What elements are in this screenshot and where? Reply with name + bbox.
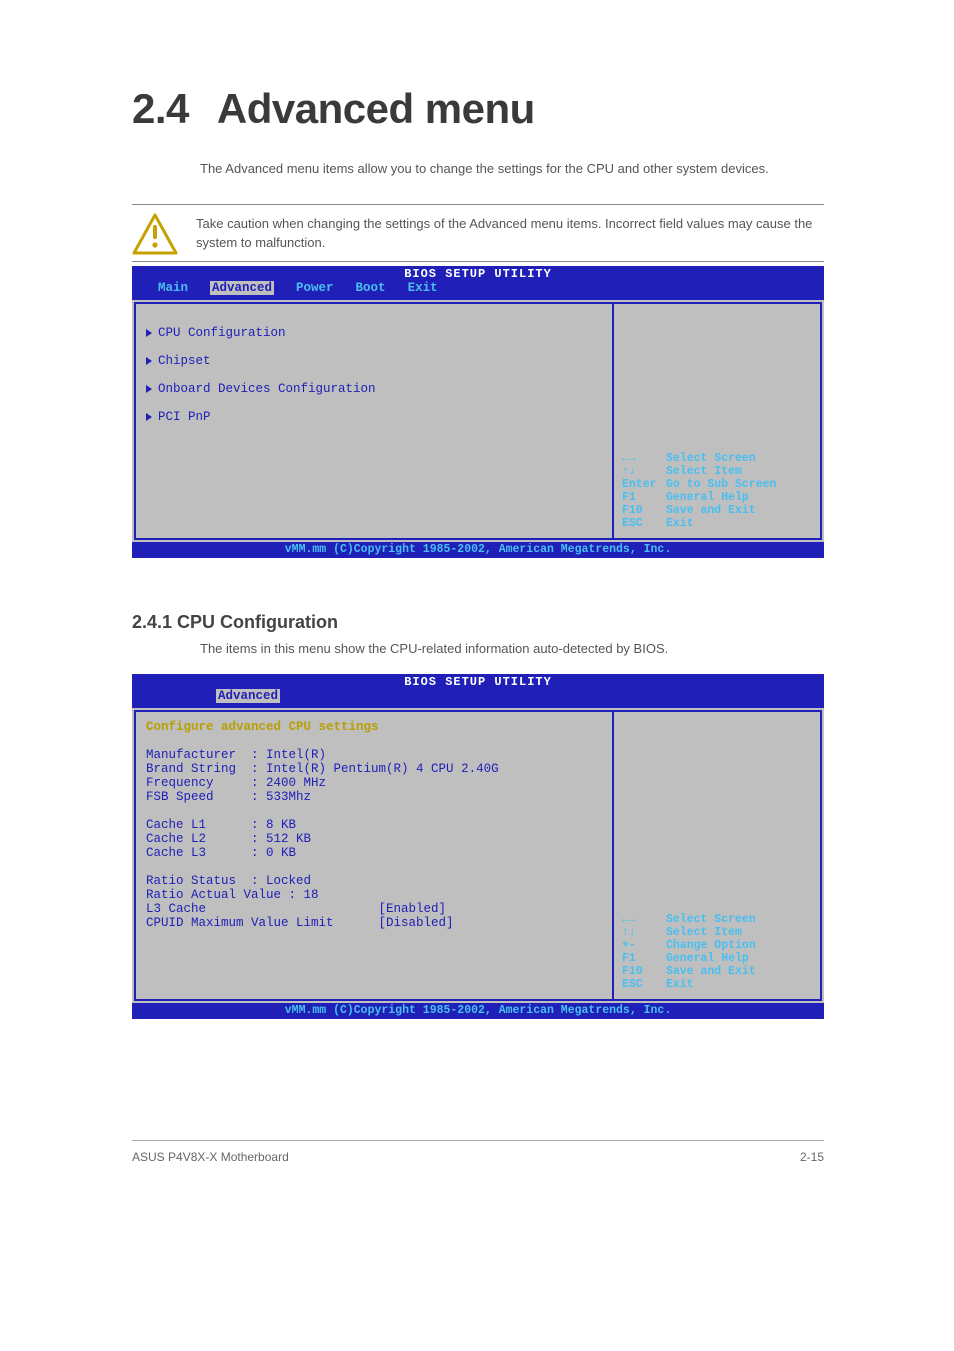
cpu-frequency: 2400 MHz — [266, 776, 326, 790]
page-footer: ASUS P4V8X-X Motherboard 2-15 — [132, 1150, 824, 1164]
bios-cpu-configuration: BIOS SETUP UTILITY Advanced Configure ad… — [132, 674, 824, 1019]
submenu-label: Chipset — [158, 354, 211, 368]
help-val: Select Item — [666, 926, 812, 939]
caution-block: Take caution when changing the settings … — [132, 198, 824, 268]
help-key: ↑↓ — [622, 926, 666, 939]
subsection-heading: 2.4.1 CPU Configuration — [132, 612, 338, 633]
tab-power[interactable]: Power — [296, 281, 334, 295]
bios-copyright: vMM.mm (C)Copyright 1985-2002, American … — [132, 542, 824, 558]
cpu-fsb-speed: 533Mhz — [266, 790, 311, 804]
triangle-icon — [146, 329, 152, 337]
tab-advanced[interactable]: Advanced — [210, 281, 274, 295]
subsection-text: The items in this menu show the CPU-rela… — [200, 640, 820, 659]
help-val: Select Screen — [666, 913, 812, 926]
bios-utility-title: BIOS SETUP UTILITY — [138, 675, 818, 689]
warning-icon — [132, 213, 178, 255]
cache-l2: 512 KB — [266, 832, 311, 846]
help-key: ESC — [622, 517, 666, 530]
triangle-icon — [146, 385, 152, 393]
cpu-brand-string: Intel(R) Pentium(R) 4 CPU 2.40G — [266, 762, 499, 776]
tab-advanced[interactable]: Advanced — [216, 689, 280, 703]
help-val: Go to Sub Screen — [666, 478, 812, 491]
submenu-label: PCI PnP — [158, 410, 211, 424]
section-title: Advanced menu — [217, 85, 535, 132]
footer-right: 2-15 — [800, 1150, 824, 1164]
page-title: 2.4 Advanced menu — [132, 85, 535, 133]
tab-boot[interactable]: Boot — [356, 281, 386, 295]
bios-titlebar: BIOS SETUP UTILITY Advanced — [132, 674, 824, 708]
submenu-chipset[interactable]: Chipset — [146, 354, 602, 368]
help-val: Save and Exit — [666, 504, 812, 517]
option-cpuid-label[interactable]: CPUID Maximum Value Limit — [146, 916, 334, 930]
help-key: ←→ — [622, 913, 666, 926]
option-l3-cache-label[interactable]: L3 Cache — [146, 902, 206, 916]
cache-l3: 0 KB — [266, 846, 296, 860]
submenu-label: CPU Configuration — [158, 326, 286, 340]
triangle-icon — [146, 413, 152, 421]
help-val: Exit — [666, 517, 812, 530]
submenu-label: Onboard Devices Configuration — [158, 382, 376, 396]
help-key: F1 — [622, 491, 666, 504]
help-val: Select Item — [666, 465, 812, 478]
cache-l1: 8 KB — [266, 818, 296, 832]
section-number: 2.4 — [132, 85, 189, 132]
help-key: F10 — [622, 504, 666, 517]
submenu-pci-pnp[interactable]: PCI PnP — [146, 410, 602, 424]
help-val: General Help — [666, 491, 812, 504]
help-key: Enter — [622, 478, 666, 491]
bios-tabs: Main Advanced Power Boot Exit — [138, 281, 818, 295]
bios-copyright: vMM.mm (C)Copyright 1985-2002, American … — [132, 1003, 824, 1019]
footer-divider — [132, 1140, 824, 1141]
ratio-status: Locked — [266, 874, 311, 888]
submenu-cpu-configuration[interactable]: CPU Configuration — [146, 326, 602, 340]
caution-text: Take caution when changing the settings … — [196, 215, 824, 253]
submenu-onboard-devices[interactable]: Onboard Devices Configuration — [146, 382, 602, 396]
bios-help-panel: ←→Select Screen ↑↓Select Item +-Change O… — [612, 710, 822, 1001]
help-val: Select Screen — [666, 452, 812, 465]
tab-exit[interactable]: Exit — [408, 281, 438, 295]
ratio-actual: 18 — [304, 888, 319, 902]
help-key: ESC — [622, 978, 666, 991]
help-key: +- — [622, 939, 666, 952]
bios-tabs: Advanced — [138, 689, 818, 703]
help-val: Exit — [666, 978, 812, 991]
tab-main[interactable]: Main — [158, 281, 188, 295]
cpu-config-header: Configure advanced CPU settings — [146, 720, 379, 734]
cpu-manufacturer: Intel(R) — [266, 748, 326, 762]
bios-titlebar: BIOS SETUP UTILITY Main Advanced Power B… — [132, 266, 824, 300]
help-val: Save and Exit — [666, 965, 812, 978]
option-l3-cache-value[interactable]: [Enabled] — [379, 902, 447, 916]
triangle-icon — [146, 357, 152, 365]
bios-left-panel: CPU Configuration Chipset Onboard Device… — [134, 302, 612, 540]
intro-text: The Advanced menu items allow you to cha… — [200, 160, 820, 179]
bios-left-panel: Configure advanced CPU settings Manufact… — [134, 710, 612, 1001]
help-key: ←→ — [622, 452, 666, 465]
help-key: F10 — [622, 965, 666, 978]
option-cpuid-value[interactable]: [Disabled] — [379, 916, 454, 930]
bios-advanced-menu: BIOS SETUP UTILITY Main Advanced Power B… — [132, 266, 824, 558]
bios-help-panel: ←→Select Screen ↑↓Select Item EnterGo to… — [612, 302, 822, 540]
bios-utility-title: BIOS SETUP UTILITY — [138, 267, 818, 281]
help-val: Change Option — [666, 939, 812, 952]
footer-left: ASUS P4V8X-X Motherboard — [132, 1150, 289, 1164]
help-key: F1 — [622, 952, 666, 965]
help-val: General Help — [666, 952, 812, 965]
help-key: ↑↓ — [622, 465, 666, 478]
